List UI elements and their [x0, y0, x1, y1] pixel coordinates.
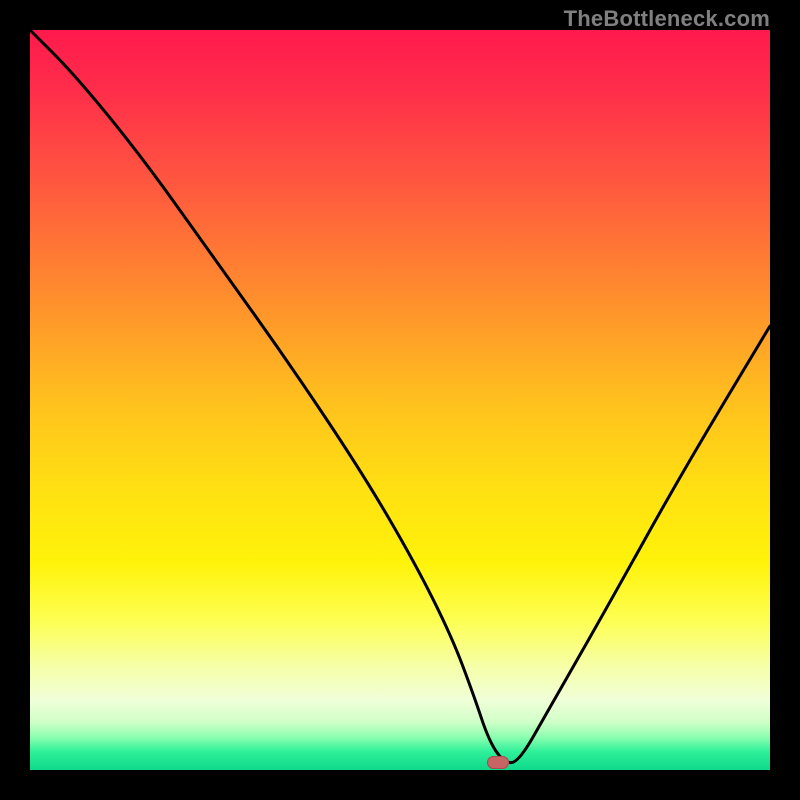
curve-overlay [30, 30, 770, 770]
bottleneck-curve [30, 30, 770, 763]
optimum-marker [487, 756, 509, 769]
plot-area [30, 30, 770, 770]
watermark-text: TheBottleneck.com [564, 6, 770, 32]
chart-frame: TheBottleneck.com [0, 0, 800, 800]
